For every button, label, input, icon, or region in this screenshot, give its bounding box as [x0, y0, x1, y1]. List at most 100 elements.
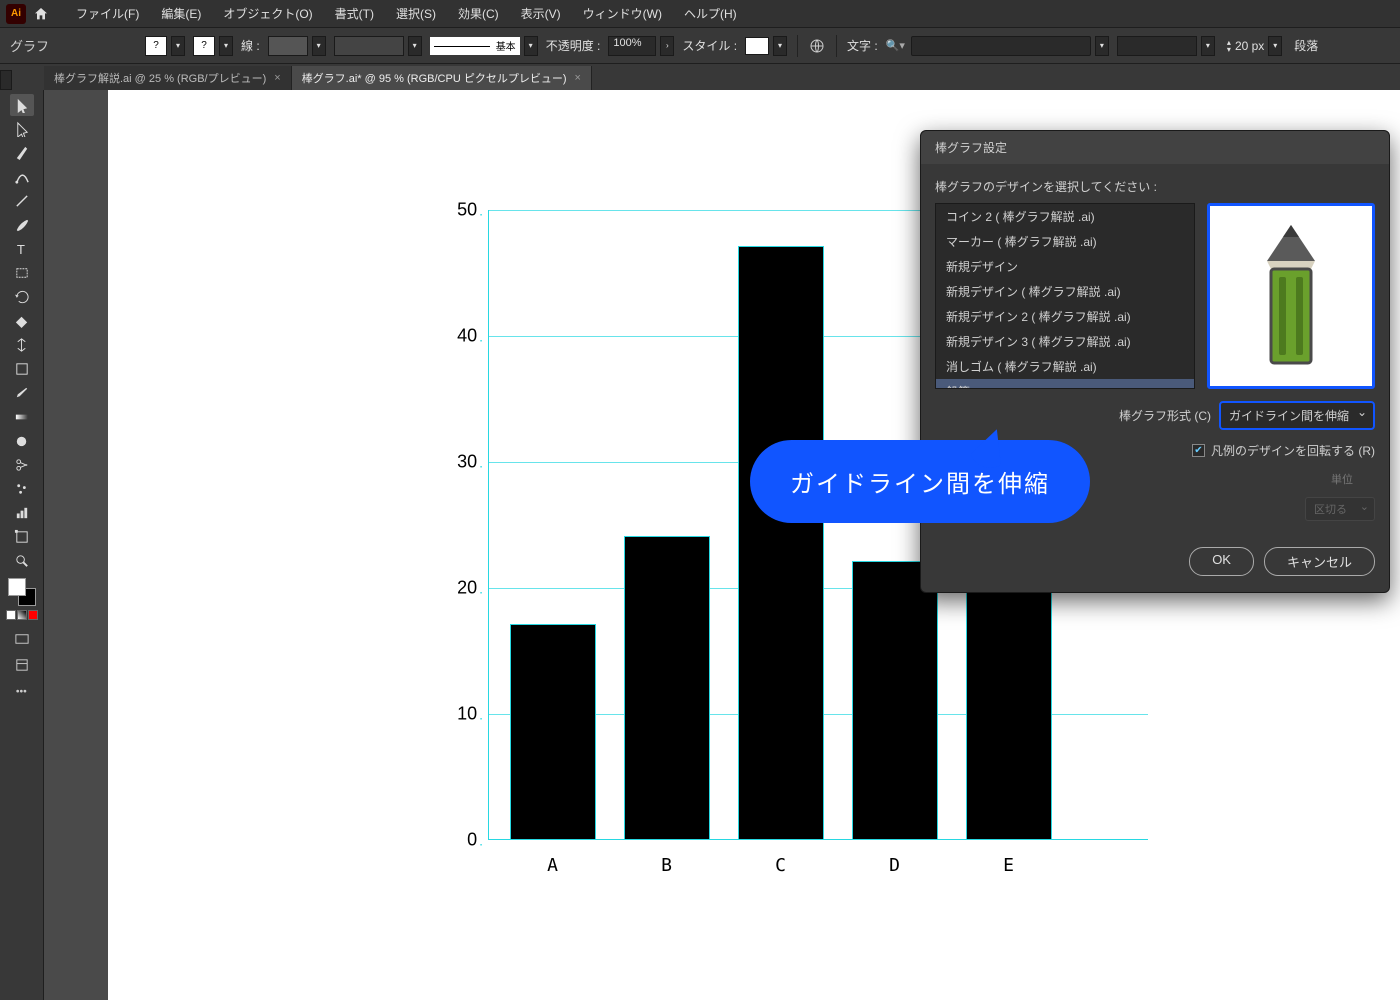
eyedropper-tool[interactable]	[10, 382, 34, 404]
svg-text:T: T	[16, 242, 24, 257]
menu-item[interactable]: ヘルプ(H)	[678, 3, 743, 24]
type-tool[interactable]: T	[10, 238, 34, 260]
design-list-item[interactable]: 新規デザイン 2 ( 棒グラフ解説 .ai)	[936, 304, 1194, 329]
unit-label: 単位	[1331, 471, 1353, 487]
menu-item[interactable]: 選択(S)	[390, 3, 442, 24]
artboard-tool[interactable]	[10, 526, 34, 548]
shape-builder-tool[interactable]	[10, 310, 34, 332]
opacity-label: 不透明度 :	[546, 37, 601, 54]
cancel-button[interactable]: キャンセル	[1264, 547, 1375, 576]
more-tools-button[interactable]: •••	[10, 680, 34, 702]
y-axis-tick: 0	[467, 830, 483, 851]
align-icon[interactable]	[808, 37, 826, 55]
symbol-sprayer-tool[interactable]	[10, 478, 34, 500]
stroke-style-control[interactable]: 基本▾	[430, 36, 538, 56]
menu-item[interactable]: 書式(T)	[329, 3, 380, 24]
free-transform-tool[interactable]	[10, 358, 34, 380]
panel-collapse-nub[interactable]	[0, 70, 12, 90]
menu-item[interactable]: 編集(E)	[155, 3, 207, 24]
blob-brush-tool[interactable]	[10, 430, 34, 452]
stroke-weight[interactable]: ▾	[268, 36, 326, 56]
rectangle-tool[interactable]	[10, 262, 34, 284]
char-label: 文字 :	[847, 37, 878, 54]
x-axis-label: E	[1003, 855, 1015, 876]
pasteboard	[44, 90, 108, 1000]
document-tabs: 棒グラフ解説.ai @ 25 % (RGB/プレビュー)×棒グラフ.ai* @ …	[0, 64, 1400, 90]
screen-mode-button[interactable]	[10, 628, 34, 650]
color-mode-buttons[interactable]	[6, 610, 38, 620]
x-axis-label: A	[547, 855, 559, 876]
fill-control[interactable]: ?▾	[145, 36, 185, 56]
fill-stroke-control[interactable]	[8, 578, 36, 606]
bar[interactable]	[739, 247, 823, 839]
design-list[interactable]: コイン 2 ( 棒グラフ解説 .ai)マーカー ( 棒グラフ解説 .ai)新規デ…	[935, 203, 1195, 389]
design-list-item[interactable]: コイン 2 ( 棒グラフ解説 .ai)	[936, 204, 1194, 229]
curvature-tool[interactable]	[10, 166, 34, 188]
font-style[interactable]: ▾	[1117, 36, 1215, 56]
svg-text:•••: •••	[15, 686, 26, 697]
edit-toolbar-button[interactable]	[10, 654, 34, 676]
bar[interactable]	[625, 537, 709, 839]
opacity-control[interactable]: 100% ›	[608, 36, 674, 56]
app-icon: Ai	[6, 4, 26, 24]
y-axis-tick: 20	[457, 578, 483, 599]
x-axis-label: B	[661, 855, 673, 876]
y-axis-tick: 10	[457, 704, 483, 725]
line-tool[interactable]	[10, 190, 34, 212]
scissors-tool[interactable]	[10, 454, 34, 476]
menu-item[interactable]: ウィンドウ(W)	[577, 3, 668, 24]
menu-item[interactable]: 効果(C)	[452, 3, 505, 24]
design-list-item[interactable]: 新規デザイン	[936, 254, 1194, 279]
design-list-item[interactable]: 新規デザイン ( 棒グラフ解説 .ai)	[936, 279, 1194, 304]
bar[interactable]	[511, 625, 595, 839]
ok-button[interactable]: OK	[1189, 547, 1254, 576]
close-icon[interactable]: ×	[575, 72, 581, 84]
stroke-label: 線 :	[241, 37, 260, 54]
pencil-icon	[1251, 221, 1331, 371]
toolbox: T •••	[0, 90, 44, 1000]
y-axis-tick: 50	[457, 200, 483, 221]
font-search[interactable]: 🔍▾ ▾	[886, 36, 1109, 56]
zoom-tool[interactable]	[10, 550, 34, 572]
dialog-instruction: 棒グラフのデザインを選択してください :	[935, 178, 1375, 195]
bar-graph-settings-dialog: 棒グラフ設定 棒グラフのデザインを選択してください : コイン 2 ( 棒グラフ…	[920, 130, 1390, 593]
stroke-profile[interactable]: ▾	[334, 36, 422, 56]
graphic-style-control[interactable]: ▾	[745, 36, 787, 56]
selection-tool[interactable]	[10, 94, 34, 116]
gradient-tool[interactable]	[10, 406, 34, 428]
annotation-callout: ガイドライン間を伸縮	[750, 440, 1090, 523]
selection-type-label: グラフ	[10, 36, 49, 55]
bar[interactable]	[853, 562, 937, 839]
direct-selection-tool[interactable]	[10, 118, 34, 140]
x-axis-label: D	[889, 855, 901, 876]
disabled-dropdown: 区切る	[1305, 497, 1375, 521]
rotate-legend-checkbox[interactable]: ✔ 凡例のデザインを回転する (R)	[1192, 442, 1375, 459]
y-axis-tick: 30	[457, 452, 483, 473]
x-axis-label: C	[775, 855, 787, 876]
rotate-tool[interactable]	[10, 286, 34, 308]
menu-bar: Ai ファイル(F) 編集(E) オブジェクト(O) 書式(T) 選択(S) 効果(C) 表…	[0, 0, 1400, 28]
home-icon[interactable]	[30, 3, 52, 25]
menu-item[interactable]: ファイル(F)	[70, 3, 145, 24]
menu-item[interactable]: オブジェクト(O)	[217, 3, 318, 24]
graph-tool[interactable]	[10, 502, 34, 524]
design-preview	[1207, 203, 1375, 389]
document-tab[interactable]: 棒グラフ解説.ai @ 25 % (RGB/プレビュー)×	[44, 66, 292, 90]
brush-tool[interactable]	[10, 214, 34, 236]
design-list-item[interactable]: 新規デザイン 3 ( 棒グラフ解説 .ai)	[936, 329, 1194, 354]
width-tool[interactable]	[10, 334, 34, 356]
design-list-item[interactable]: マーカー ( 棒グラフ解説 .ai)	[936, 229, 1194, 254]
menu-items: ファイル(F) 編集(E) オブジェクト(O) 書式(T) 選択(S) 効果(C) 表示(V…	[70, 3, 743, 24]
menu-item[interactable]: 表示(V)	[515, 3, 567, 24]
document-tab[interactable]: 棒グラフ.ai* @ 95 % (RGB/CPU ピクセルプレビュー)×	[292, 66, 592, 90]
stroke-control[interactable]: ?▾	[193, 36, 233, 56]
design-list-item[interactable]: 鉛筆	[936, 379, 1194, 389]
design-list-item[interactable]: 消しゴム ( 棒グラフ解説 .ai)	[936, 354, 1194, 379]
checkbox-icon: ✔	[1192, 444, 1205, 457]
format-select[interactable]: ガイドライン間を伸縮	[1219, 401, 1375, 430]
font-size-control[interactable]: ▴▾ 20 px ▾	[1223, 36, 1286, 56]
control-bar: グラフ ?▾ ?▾ 線 : ▾ ▾ 基本▾ 不透明度 : 100% › スタイル…	[0, 28, 1400, 64]
pen-tool[interactable]	[10, 142, 34, 164]
paragraph-label: 段落	[1294, 37, 1318, 54]
close-icon[interactable]: ×	[274, 72, 280, 84]
